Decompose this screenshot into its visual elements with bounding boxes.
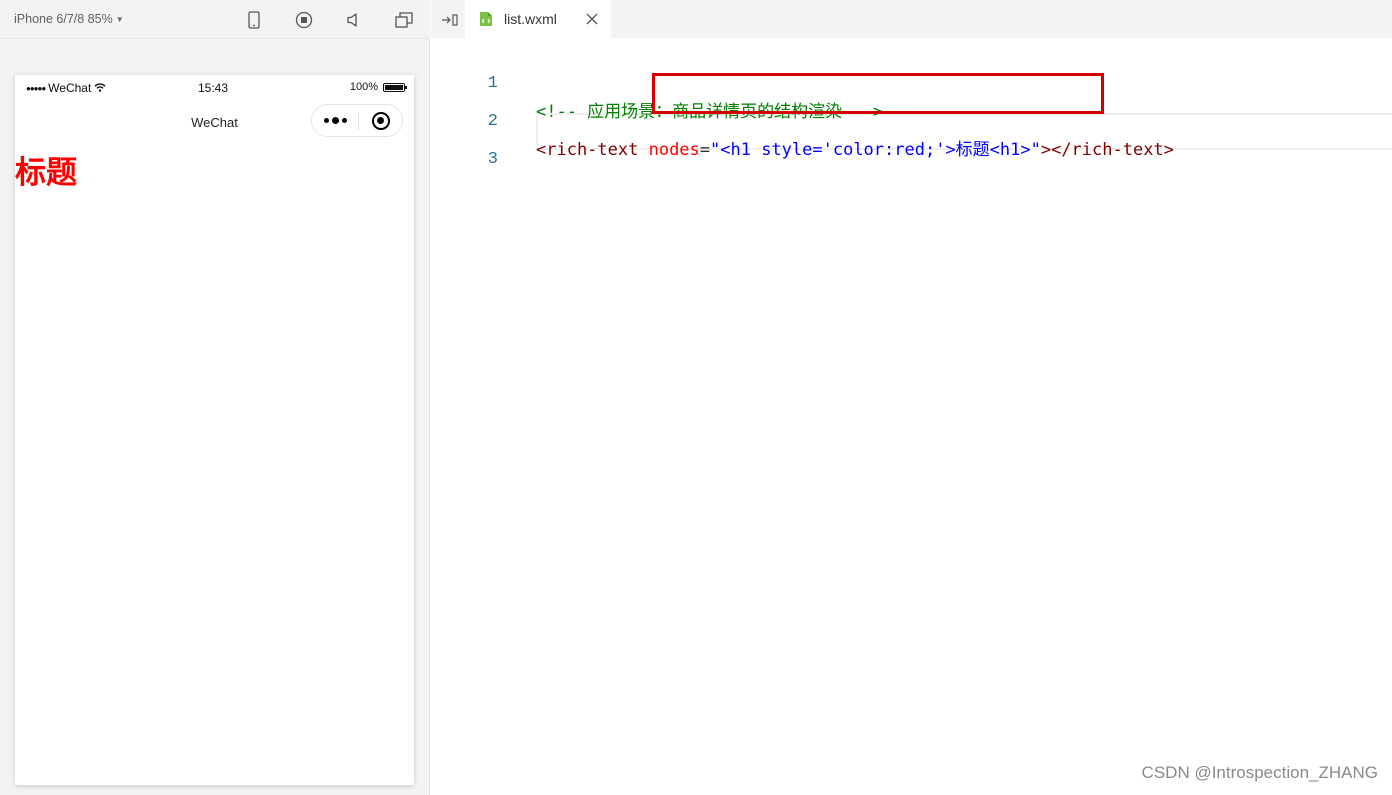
battery-percent: 100% xyxy=(349,81,378,93)
nav-bar: WeChat xyxy=(15,99,414,143)
tab-label: list.wxml xyxy=(504,11,557,27)
more-dots-icon xyxy=(323,118,329,123)
watermark: CSDN @Introspection_ZHANG xyxy=(1141,763,1378,782)
editor-tab-strip: list.wxml xyxy=(431,0,1392,38)
device-select[interactable]: iPhone 6/7/8 85% ▼ xyxy=(14,12,124,26)
device-label: iPhone 6/7/8 85% xyxy=(14,12,113,26)
signal-icon: ●●●●● xyxy=(26,83,46,93)
volume-icon[interactable] xyxy=(344,10,364,30)
more-button[interactable] xyxy=(312,105,358,136)
carrier-label: WeChat xyxy=(48,81,92,95)
rendered-heading: 标题 xyxy=(15,155,77,191)
phone-screen: ●●●●● WeChat 15:43 100% WeChat 标题 xyxy=(15,75,414,785)
status-bar: ●●●●● WeChat 15:43 100% xyxy=(15,75,414,99)
caret-down-icon: ▼ xyxy=(115,14,124,24)
battery-icon xyxy=(383,82,407,92)
phone-icon[interactable] xyxy=(244,10,264,30)
window-icon[interactable] xyxy=(394,10,414,30)
target-icon xyxy=(371,111,390,130)
record-icon[interactable] xyxy=(294,10,314,30)
annotation-highlight-box xyxy=(652,73,1104,114)
wifi-icon xyxy=(94,81,106,95)
more-dots-icon-center xyxy=(331,117,339,124)
simulator-toolbar: iPhone 6/7/8 85% ▼ xyxy=(0,0,430,39)
status-time: 15:43 xyxy=(198,81,229,95)
collapse-panel-icon[interactable] xyxy=(439,11,461,29)
menu-capsule xyxy=(311,104,403,137)
close-tab-icon[interactable] xyxy=(585,11,599,25)
close-button[interactable] xyxy=(359,105,402,136)
more-dots-icon-right xyxy=(341,118,347,123)
simulator-panel: iPhone 6/7/8 85% ▼ ●●●●● WeChat 15:43 10… xyxy=(0,0,430,795)
wxml-file-icon xyxy=(479,11,493,27)
code-line-3: 3 xyxy=(431,118,1392,169)
line-number: 3 xyxy=(487,150,498,169)
code-editor[interactable]: 1 <!-- 应用场景：商品详情页的结构渲染 --> 2 <rich-text … xyxy=(431,38,1392,795)
tab-list-wxml[interactable]: list.wxml xyxy=(465,0,611,38)
code-line-1: 1 <!-- 应用场景：商品详情页的结构渲染 --> xyxy=(431,42,1392,122)
